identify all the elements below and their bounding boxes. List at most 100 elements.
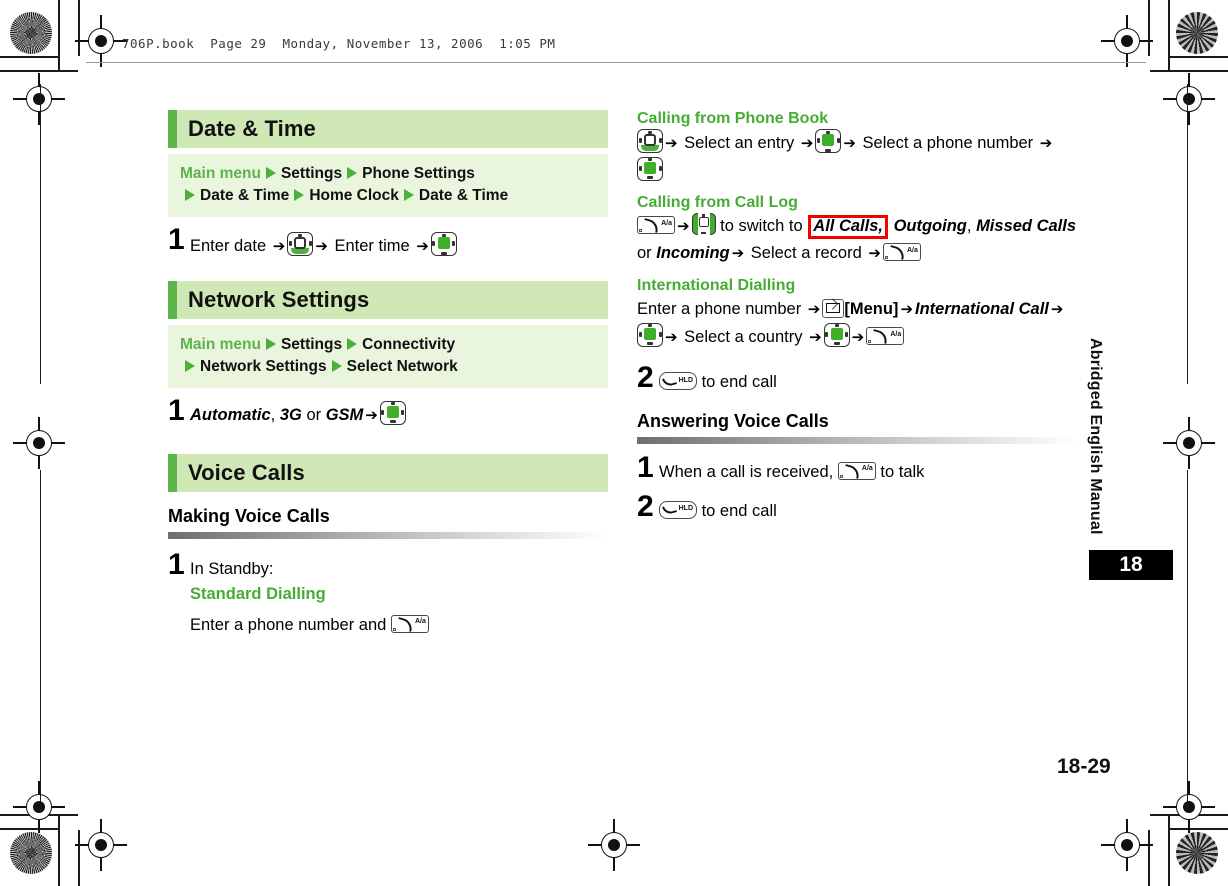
subsection-international-dialling: International Dialling	[637, 276, 796, 294]
section-network-settings: Network Settings Main menu Settings Connec…	[168, 280, 608, 428]
center-select-key-icon	[379, 400, 406, 425]
soft-key-label: [Menu]	[844, 299, 899, 318]
trim-line	[0, 70, 78, 72]
step-text: or	[637, 244, 657, 263]
navigation-key-icon	[637, 129, 663, 153]
trim-line	[1186, 84, 1188, 384]
step-item: 1 When a call is received, A/a to talk	[637, 451, 1077, 485]
trim-line	[1170, 828, 1228, 830]
end-power-key-icon: HLD	[659, 372, 697, 391]
chevron-right-icon	[347, 337, 358, 350]
option-value: 3G	[279, 405, 302, 424]
step-line: Enter a phone number and A/a	[190, 613, 429, 638]
trim-line	[1148, 0, 1150, 56]
trim-line	[58, 0, 60, 72]
center-select-key-icon	[637, 322, 663, 347]
step-text: Enter date	[190, 237, 271, 255]
registration-target-icon	[1163, 73, 1215, 125]
step-text: ,	[966, 217, 977, 236]
trim-line	[40, 84, 42, 384]
arrow-icon: ➔	[800, 135, 814, 152]
option-value: International Call	[915, 299, 1049, 318]
trim-line	[0, 56, 58, 58]
step-number: 2	[637, 361, 654, 395]
nav-path-item: Phone Settings	[362, 165, 475, 182]
step-item: 1 Automatic, 3G or GSM ➔	[168, 395, 608, 428]
left-right-key-icon	[691, 213, 716, 236]
trim-line	[1150, 70, 1228, 72]
subsection-calling-from-call-log: Calling from Call Log	[637, 194, 798, 212]
registration-rosette-icon	[10, 832, 52, 874]
step-number: 2	[637, 489, 654, 523]
page-number: 18-29	[1057, 755, 1111, 778]
call-send-key-icon: A/a	[866, 326, 905, 345]
step-item: 1 In Standby: Standard Dialling Enter a …	[168, 549, 608, 638]
step-text: Enter a phone number	[637, 299, 806, 318]
step-text: to talk	[875, 463, 925, 482]
chevron-right-icon	[403, 189, 414, 201]
step-text: Select a record	[746, 244, 867, 263]
step-text: to end call	[697, 373, 777, 392]
step-line: In Standby:	[190, 559, 274, 578]
arrow-icon: ➔	[807, 300, 821, 318]
arrow-icon: ➔	[677, 218, 690, 236]
chevron-right-icon	[294, 189, 305, 201]
registration-target-icon	[588, 819, 640, 871]
navigation-key-icon	[287, 232, 314, 256]
step-item: 1 Enter date ➔ ➔ Enter time ➔	[168, 225, 608, 259]
center-select-key-icon	[815, 129, 842, 153]
nav-path-item: Settings	[280, 335, 343, 353]
registration-target-icon	[13, 417, 65, 469]
arrow-icon: ➔	[868, 245, 881, 263]
arrow-icon: ➔	[809, 328, 822, 346]
trim-line	[78, 830, 80, 886]
slug-rule	[86, 62, 1146, 63]
option-value: Outgoing	[888, 217, 967, 236]
subsection-calling-from-phone-book: Calling from Phone Book	[637, 110, 829, 127]
arrow-icon: ➔	[1050, 300, 1064, 318]
arrow-icon: ➔	[900, 300, 914, 318]
arrow-icon: ➔	[365, 406, 378, 424]
chevron-right-icon	[185, 189, 195, 201]
call-send-key-icon: A/a	[837, 462, 876, 481]
step-number: 1	[637, 451, 654, 485]
arrow-icon: ➔	[315, 238, 328, 255]
trim-line	[1186, 470, 1188, 810]
center-select-key-icon	[637, 156, 663, 181]
arrow-icon: ➔	[843, 135, 856, 152]
step-text: to end call	[697, 501, 777, 520]
trim-line	[78, 0, 80, 56]
arrow-icon: ➔	[665, 328, 678, 346]
gradient-divider	[168, 531, 608, 539]
chevron-right-icon	[185, 359, 195, 372]
section-title: Network Settings	[188, 286, 370, 312]
step-text: Select a phone number	[857, 134, 1038, 152]
chevron-right-icon	[265, 337, 276, 350]
option-value: Missed Calls	[976, 217, 1077, 236]
chapter-number-badge: 18	[1089, 550, 1173, 580]
left-column: Date & Time Main menu Settings Phone Setti…	[168, 110, 608, 638]
arrow-icon: ➔	[272, 238, 286, 255]
step-text: Enter a phone number and	[190, 616, 391, 634]
section-voice-calls: Voice Calls Making Voice Calls 1 In Stan…	[168, 453, 608, 638]
registration-target-icon	[1101, 819, 1153, 871]
step-body: When a call is received, A/a to talk	[659, 454, 924, 485]
option-value: Incoming	[656, 244, 730, 263]
option-value: Automatic	[190, 405, 271, 424]
procedure-international-dialling: Enter a phone number ➔ [Menu] ➔ Internation…	[637, 296, 1077, 350]
step-text: or	[301, 405, 326, 424]
arrow-icon: ➔	[416, 238, 429, 255]
call-send-key-icon: A/a	[882, 243, 921, 262]
section-header-bar: Date & Time	[168, 110, 608, 148]
section-date-and-time: Date & Time Main menu Settings Phone Setti…	[168, 110, 608, 259]
navigation-path: Main menu Settings Connectivity Network Set…	[168, 324, 608, 388]
right-column: Calling from Phone Book ➔ Select an entr…	[637, 110, 1077, 524]
nav-path-item: Select Network	[346, 357, 458, 375]
registration-rosette-icon	[1176, 12, 1218, 54]
procedure-phone-book: ➔ Select an entry ➔ ➔ Select a phone numb…	[637, 129, 1077, 184]
arrow-icon: ➔	[665, 135, 678, 152]
call-send-key-icon: A/a	[390, 615, 429, 633]
section-header-bar: Voice Calls	[168, 453, 608, 492]
chevron-right-icon	[331, 359, 342, 372]
arrow-icon: ➔	[731, 245, 745, 263]
